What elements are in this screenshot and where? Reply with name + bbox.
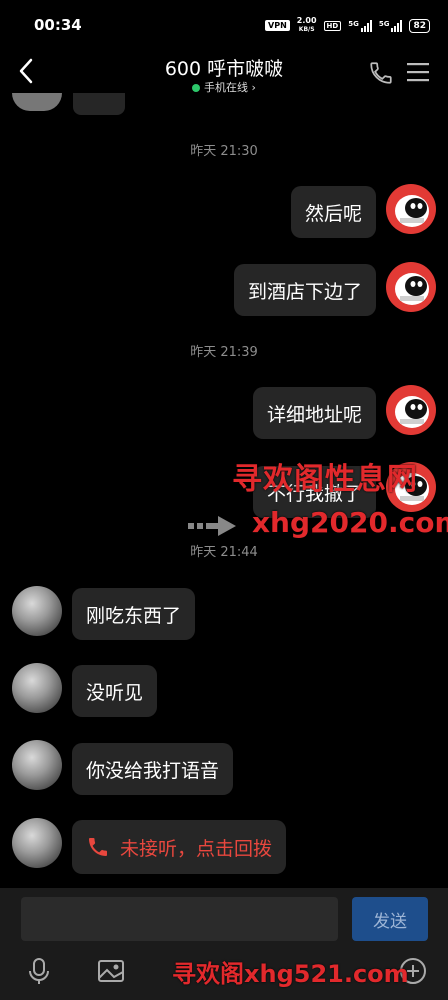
my-avatar[interactable] bbox=[386, 385, 436, 435]
robot-avatar-icon bbox=[395, 396, 429, 428]
more-menu-button[interactable] bbox=[405, 60, 431, 84]
menu-icon bbox=[407, 63, 429, 82]
network-speed: 2.00 KB/S bbox=[297, 17, 317, 34]
message-input[interactable] bbox=[21, 897, 338, 941]
network-speed-value: 2.00 bbox=[296, 16, 317, 25]
robot-avatar-icon bbox=[395, 273, 429, 305]
status-icons: VPN 2.00 KB/S HD 5G 5G 82 bbox=[265, 17, 430, 34]
message-bubble-received[interactable]: 刚吃东西了 bbox=[72, 588, 196, 640]
message-text: 没听见 bbox=[86, 681, 144, 704]
input-bar: 发送 寻欢阁xhg521.com bbox=[0, 888, 448, 1000]
chat-header: 600 呼市啵啵 手机在线 › bbox=[0, 46, 448, 100]
my-avatar[interactable] bbox=[386, 262, 436, 312]
signal-icon-2: 5G bbox=[378, 19, 403, 32]
signal-label-2: 5G bbox=[378, 19, 390, 28]
phone-missed-icon bbox=[89, 838, 107, 856]
network-speed-unit: KB/S bbox=[298, 26, 315, 33]
robot-avatar-icon bbox=[395, 195, 429, 227]
message-text: 到酒店下边了 bbox=[247, 280, 362, 303]
contact-avatar[interactable] bbox=[12, 818, 62, 868]
message-bubble-sent[interactable]: 到酒店下边了 bbox=[233, 264, 376, 316]
message-bubble-partial[interactable] bbox=[73, 93, 125, 115]
voice-call-button[interactable] bbox=[368, 60, 394, 86]
status-time: 00:34 bbox=[34, 16, 82, 34]
microphone-icon bbox=[29, 958, 49, 984]
my-avatar[interactable] bbox=[386, 184, 436, 234]
voice-button[interactable] bbox=[24, 956, 54, 986]
timestamp: 昨天 21:44 bbox=[190, 545, 258, 560]
contact-avatar-partial[interactable] bbox=[12, 93, 62, 111]
message-text: 然后呢 bbox=[304, 202, 362, 225]
missed-call-bubble[interactable]: 未接听，点击回拨 bbox=[72, 820, 287, 874]
message-bubble-sent[interactable]: 详细地址呢 bbox=[252, 387, 376, 439]
message-text: 详细地址呢 bbox=[266, 403, 362, 426]
timestamp: 昨天 21:30 bbox=[190, 144, 258, 159]
signal-icon: 5G bbox=[348, 19, 372, 32]
image-icon bbox=[98, 960, 124, 982]
signal-label: 5G bbox=[348, 19, 359, 28]
watermark-bottom: 寻欢阁xhg521.com bbox=[172, 960, 409, 988]
missed-call-text: 未接听，点击回拨 bbox=[120, 837, 273, 860]
online-dot-icon bbox=[192, 84, 201, 92]
send-button[interactable]: 发送 bbox=[352, 897, 428, 941]
vpn-badge: VPN bbox=[265, 20, 290, 31]
online-status-arrow: › bbox=[251, 81, 256, 94]
timestamp: 昨天 21:39 bbox=[190, 345, 258, 360]
image-button[interactable] bbox=[96, 956, 126, 986]
message-bubble-sent[interactable]: 然后呢 bbox=[290, 186, 376, 238]
message-bubble-received[interactable]: 你没给我打语音 bbox=[72, 743, 234, 795]
phone-icon bbox=[370, 62, 392, 84]
watermark-url: xhg2020.com bbox=[252, 506, 448, 539]
contact-avatar[interactable] bbox=[12, 663, 62, 713]
message-text: 你没给我打语音 bbox=[86, 759, 220, 782]
watermark-title: 寻欢阁性息网 bbox=[232, 462, 418, 497]
hd-badge: HD bbox=[323, 20, 342, 31]
message-text: 刚吃东西了 bbox=[86, 604, 182, 627]
message-bubble-received[interactable]: 没听见 bbox=[72, 665, 158, 717]
contact-avatar[interactable] bbox=[12, 586, 62, 636]
online-status-text: 手机在线 bbox=[204, 81, 249, 94]
status-bar: 00:34 VPN 2.00 KB/S HD 5G 5G 82 bbox=[0, 0, 448, 50]
battery-indicator: 82 bbox=[409, 18, 430, 33]
contact-avatar[interactable] bbox=[12, 740, 62, 790]
watermark-arrow-icon bbox=[188, 516, 236, 536]
